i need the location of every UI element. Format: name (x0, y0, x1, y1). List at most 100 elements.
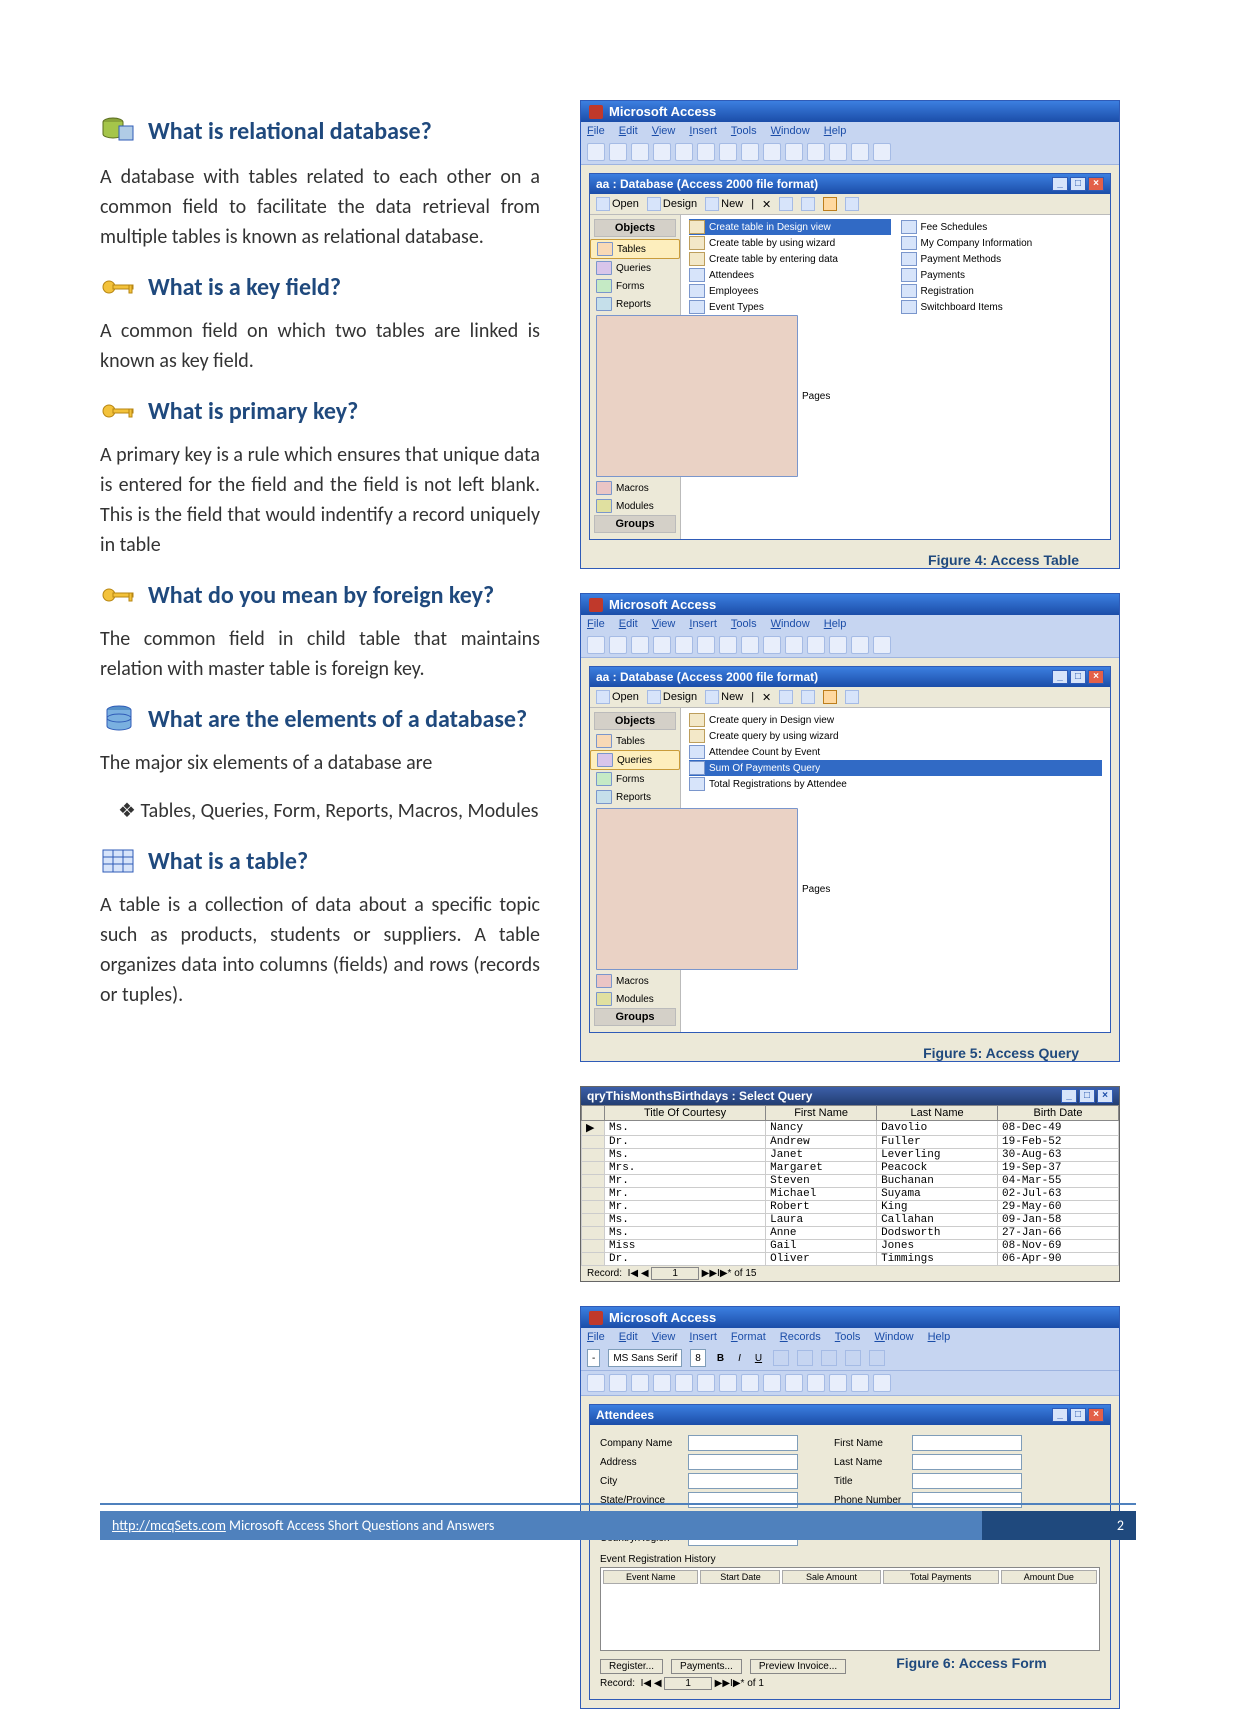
menu-insert[interactable]: Insert (689, 1331, 717, 1343)
menu-help[interactable]: Help (928, 1331, 951, 1343)
toolbar-button[interactable] (697, 636, 715, 654)
table-row[interactable]: Dr.AndrewFuller19-Feb-52 (582, 1136, 1119, 1149)
form-button[interactable]: Preview Invoice... (750, 1659, 846, 1674)
nav-first[interactable]: I◀ (625, 1268, 641, 1279)
align-center-button[interactable] (797, 1350, 813, 1366)
close-button[interactable]: × (1088, 1408, 1104, 1422)
close-button[interactable]: × (1088, 177, 1104, 191)
row-selector[interactable] (582, 1149, 605, 1162)
delete-button[interactable]: ✕ (762, 691, 771, 704)
db-toolbar[interactable]: Open Design New | ✕ (590, 687, 1110, 708)
nav-last[interactable]: ▶I (709, 1268, 719, 1279)
object-reports[interactable]: Reports (590, 295, 680, 313)
maximize-button[interactable]: □ (1070, 670, 1086, 684)
object-queries[interactable]: Queries (590, 750, 680, 770)
table-item[interactable]: Employees (689, 283, 891, 299)
toolbar-button[interactable] (785, 1374, 803, 1392)
menu-edit[interactable]: Edit (619, 618, 638, 630)
column-header[interactable]: Amount Due (1001, 1570, 1097, 1584)
menu-format[interactable]: Format (731, 1331, 766, 1343)
menu-window[interactable]: Window (771, 618, 810, 630)
align-right-button[interactable] (821, 1350, 837, 1366)
design-button[interactable]: Design (647, 197, 697, 211)
bold-button[interactable]: B (714, 1353, 727, 1364)
large-icons-button[interactable] (779, 197, 793, 211)
table-row[interactable]: Mr.RobertKing29-May-60 (582, 1201, 1119, 1214)
align-left-button[interactable] (773, 1350, 789, 1366)
menu-edit[interactable]: Edit (619, 125, 638, 137)
object-queries[interactable]: Queries (590, 259, 680, 277)
menubar[interactable]: FileEditViewInsertFormatRecordsToolsWind… (581, 1328, 1119, 1346)
toolbar-button[interactable] (807, 143, 825, 161)
field-input[interactable] (688, 1473, 798, 1489)
menu-edit[interactable]: Edit (619, 1331, 638, 1343)
toolbar[interactable] (581, 140, 1119, 165)
toolbar-button[interactable] (807, 1374, 825, 1392)
toolbar-button[interactable] (785, 143, 803, 161)
row-selector[interactable] (582, 1162, 605, 1175)
size-combo[interactable]: 8 (690, 1349, 706, 1367)
row-selector[interactable] (582, 1253, 605, 1266)
table-item[interactable]: Registration (901, 283, 1103, 299)
query-item[interactable]: Create query by using wizard (689, 728, 1102, 744)
toolbar-button[interactable] (719, 1374, 737, 1392)
row-selector[interactable] (582, 1214, 605, 1227)
toolbar-button[interactable] (631, 1374, 649, 1392)
menu-help[interactable]: Help (824, 618, 847, 630)
toolbar-button[interactable] (653, 143, 671, 161)
minimize-button[interactable]: _ (1052, 177, 1068, 191)
table-item[interactable]: Create table in Design view (689, 219, 891, 235)
table-item[interactable]: Payments (901, 267, 1103, 283)
menubar[interactable]: FileEditViewInsertToolsWindowHelp (581, 615, 1119, 633)
maximize-button[interactable]: □ (1079, 1089, 1095, 1103)
menu-window[interactable]: Window (771, 125, 810, 137)
toolbar-button[interactable] (609, 1374, 627, 1392)
toolbar-button[interactable] (741, 636, 759, 654)
toolbar-button[interactable] (609, 143, 627, 161)
details-view-button[interactable] (845, 197, 859, 211)
db-toolbar[interactable]: Open Design New | ✕ (590, 194, 1110, 215)
font-combo[interactable]: MS Sans Serif (608, 1349, 682, 1367)
toolbar-button[interactable] (851, 1374, 869, 1392)
field-input[interactable] (912, 1435, 1022, 1451)
fill-color-button[interactable] (845, 1350, 861, 1366)
toolbar-button[interactable] (807, 636, 825, 654)
object-macros[interactable]: Macros (590, 479, 680, 497)
design-button[interactable]: Design (647, 690, 697, 704)
table-row[interactable]: ▶Ms.NancyDavolio08-Dec-49 (582, 1121, 1119, 1136)
column-header[interactable]: Title Of Courtesy (605, 1106, 766, 1121)
minimize-button[interactable]: _ (1061, 1089, 1077, 1103)
toolbar-button[interactable] (829, 143, 847, 161)
object-modules[interactable]: Modules (590, 990, 680, 1008)
table-item[interactable]: My Company Information (901, 235, 1103, 251)
underline-button[interactable]: U (752, 1353, 765, 1364)
footer-link[interactable]: http://mcqSets.com (112, 1517, 226, 1534)
toolbar-button[interactable] (741, 143, 759, 161)
object-modules[interactable]: Modules (590, 497, 680, 515)
table-item[interactable]: Switchboard Items (901, 299, 1103, 315)
menu-tools[interactable]: Tools (731, 125, 757, 137)
table-item[interactable]: Create table by entering data (689, 251, 891, 267)
minimize-button[interactable]: _ (1052, 1408, 1068, 1422)
toolbar-button[interactable] (851, 143, 869, 161)
table-item[interactable]: Attendees (689, 267, 891, 283)
toolbar-button[interactable] (631, 636, 649, 654)
list-view-button[interactable] (823, 197, 837, 211)
open-button[interactable]: Open (596, 690, 639, 704)
minimize-button[interactable]: _ (1052, 670, 1068, 684)
open-button[interactable]: Open (596, 197, 639, 211)
toolbar-button[interactable] (719, 143, 737, 161)
table-row[interactable]: MissGailJones08-Nov-69 (582, 1240, 1119, 1253)
small-icons-button[interactable] (801, 197, 815, 211)
nav-prev[interactable]: ◀ (654, 1678, 662, 1689)
menu-tools[interactable]: Tools (731, 618, 757, 630)
toolbar-button[interactable] (697, 143, 715, 161)
toolbar-button[interactable] (829, 636, 847, 654)
object-tables[interactable]: Tables (590, 732, 680, 750)
new-button[interactable]: New (705, 690, 743, 704)
menu-help[interactable]: Help (824, 125, 847, 137)
menu-file[interactable]: File (587, 125, 605, 137)
nav-prev[interactable]: ◀ (641, 1268, 649, 1279)
window-buttons[interactable]: _□× (1052, 670, 1104, 684)
toolbar-button[interactable] (675, 1374, 693, 1392)
